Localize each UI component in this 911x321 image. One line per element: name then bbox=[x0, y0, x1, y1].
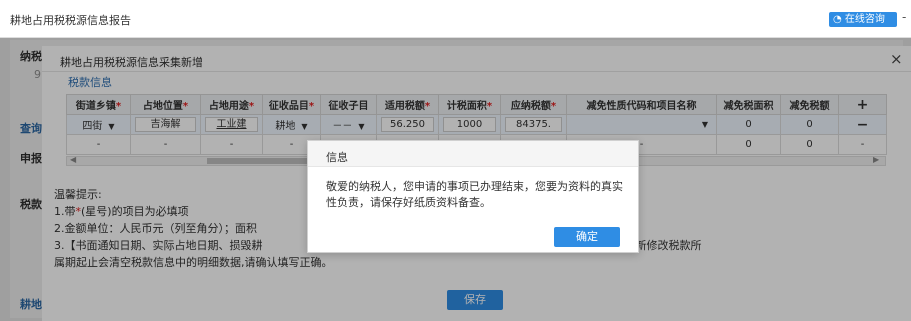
info-dialog-title: 信息 bbox=[326, 151, 348, 164]
online-consult-label: 在线咨询 bbox=[844, 14, 885, 25]
minimize-icon[interactable]: - bbox=[902, 10, 906, 24]
app-title: 耕地占用税税源信息报告 bbox=[10, 14, 131, 27]
info-dialog-message: 敬爱的纳税人，您申请的事项已办理结束，您要为资料的真实性负责，请保存好纸质资料备… bbox=[326, 180, 623, 209]
headset-icon: ◔ bbox=[833, 14, 842, 25]
confirm-button[interactable]: 确定 bbox=[554, 227, 620, 247]
online-consult-button[interactable]: ◔ 在线咨询 bbox=[829, 12, 897, 27]
app-header: 耕地占用税税源信息报告 ◔ 在线咨询 - bbox=[0, 0, 911, 38]
info-dialog-header: 信息 bbox=[308, 141, 638, 167]
info-dialog: 信息 敬爱的纳税人，您申请的事项已办理结束，您要为资料的真实性负责，请保存好纸质… bbox=[307, 140, 639, 253]
